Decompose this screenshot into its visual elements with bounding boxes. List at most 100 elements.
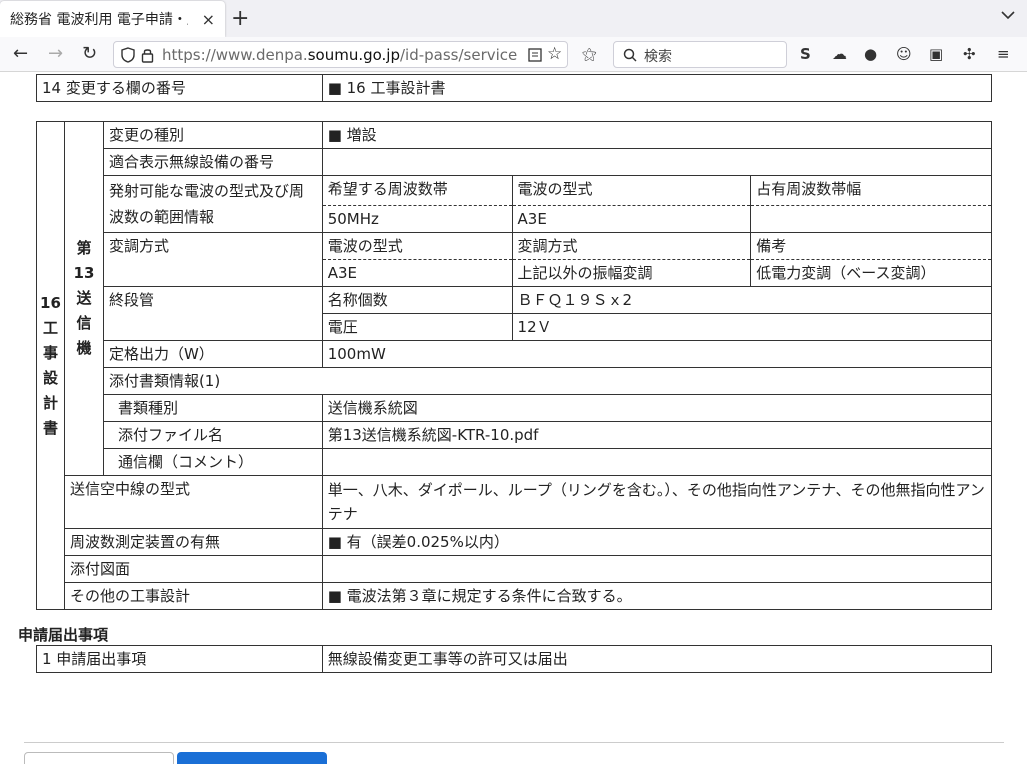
table-row: 添付図面	[37, 555, 993, 583]
voltage-value: 12Ｖ	[511, 313, 993, 341]
forward-arrow-icon[interactable]: →	[48, 43, 63, 64]
modulation-method-value: 上記以外の振幅変調	[511, 259, 752, 287]
emission-head-bandwidth: 占有周波数帯幅	[750, 175, 992, 206]
search-icon	[623, 48, 637, 62]
table-row: 16 工 事 設 計 書 第 13 送 信 機 変更の種別 ■ 増設	[36, 121, 993, 610]
antenna-value: 単一、八木、ダイポール、ループ（リングを含む。）、その他指向性アンテナ、その他無…	[321, 475, 993, 529]
name-count-label: 名称個数	[321, 286, 513, 314]
browser-tab[interactable]: 総務省 電波利用 電子申請・届 ×	[0, 1, 225, 37]
row14-label: 14 変更する欄の番号	[36, 74, 323, 102]
modulation-head-method: 変調方式	[511, 232, 752, 260]
freq-meter-label: 周波数測定装置の有無	[63, 528, 323, 556]
application-value: 無線設備変更工事等の許可又は届出	[321, 645, 993, 673]
comment-label: 通信欄（コメント）	[102, 448, 323, 476]
bookmark-star-icon[interactable]: ☆	[547, 44, 562, 64]
doc-type-label: 書類種別	[102, 394, 323, 422]
row14-table: 14 変更する欄の番号 ■ 16 工事設計書	[36, 74, 993, 102]
url-domain: soumu.go.jp	[307, 46, 400, 64]
reload-icon[interactable]: ↻	[82, 43, 97, 64]
next-button[interactable]	[177, 752, 327, 764]
rated-output-value: 100mW	[321, 340, 993, 368]
emission-head-type: 電波の型式	[511, 175, 752, 206]
modulation-head-remarks: 備考	[750, 232, 992, 260]
table-row: 発射可能な電波の型式及び周波数の範囲情報 希望する周波数帯 電波の型式 占有周波…	[37, 175, 992, 233]
table-row: その他の工事設計 ■ 電波法第３章に規定する条件に合致する。	[37, 582, 993, 610]
name-count-value: ＢＦＱ１９Ｓｘ2	[511, 286, 993, 314]
pocket-icon[interactable]: ⚝	[582, 45, 597, 63]
transmitter13-label: 第 13 送 信 機	[63, 121, 104, 476]
table-row: 添付ファイル名 第13送信機系統図-KTR-10.pdf	[37, 421, 993, 449]
file-name-label: 添付ファイル名	[102, 421, 323, 449]
attachment-info-label: 添付書類情報(1)	[102, 367, 993, 395]
drawing-value	[321, 555, 993, 583]
emission-label: 発射可能な電波の型式及び周波数の範囲情報	[102, 175, 323, 233]
chevron-down-icon[interactable]	[1001, 8, 1015, 22]
table-row: 送信空中線の型式 単一、八木、ダイポール、ループ（リングを含む。）、その他指向性…	[37, 475, 993, 529]
puzzle-extensions-icon[interactable]: ✣	[963, 45, 976, 63]
drawing-label: 添付図面	[63, 555, 323, 583]
voltage-label: 電圧	[321, 313, 513, 341]
url-suffix: /id-pass/service	[399, 46, 518, 64]
table-row: 書類種別 送信機系統図	[37, 394, 993, 422]
table-row: 添付書類情報(1)	[37, 367, 993, 395]
emission-head-freq: 希望する周波数帯	[321, 175, 513, 206]
extension-person-icon[interactable]: ☺	[896, 45, 912, 63]
modulation-type-value: A3E	[321, 259, 513, 287]
rated-output-label: 定格出力（W）	[102, 340, 323, 368]
emission-bandwidth-value	[750, 205, 992, 233]
back-arrow-icon[interactable]: ←	[13, 43, 28, 64]
modulation-remarks-value: 低電力変調（ベース変調）	[750, 259, 992, 287]
close-tab-icon[interactable]: ×	[202, 10, 215, 29]
change-type-label: 変更の種別	[102, 121, 323, 149]
table-row: 定格出力（W） 100mW	[37, 340, 993, 368]
antenna-label: 送信空中線の型式	[63, 475, 323, 529]
other-design-label: その他の工事設計	[63, 582, 323, 610]
tab-title: 総務省 電波利用 電子申請・届	[10, 12, 188, 28]
modulation-label: 変調方式	[102, 232, 323, 287]
emission-freq-value: 50MHz	[321, 205, 513, 233]
tab-bar: 総務省 電波利用 電子申請・届 × +	[0, 0, 1027, 37]
url-text[interactable]: https://www.denpa.soumu.go.jp/id-pass/se…	[162, 46, 522, 64]
divider	[24, 742, 1004, 743]
table-row: 終段管 名称個数 ＢＦＱ１９Ｓｘ2	[37, 286, 993, 341]
comment-value	[321, 448, 993, 476]
reader-view-icon[interactable]	[528, 48, 542, 62]
emission-type-value: A3E	[511, 205, 752, 233]
table-row: 1 申請届出事項 無線設備変更工事等の許可又は届出	[36, 645, 993, 673]
table-row: 周波数測定装置の有無 ■ 有（誤差0.025%以内）	[37, 528, 993, 556]
final-stage-label: 終段管	[102, 286, 323, 341]
menu-icon[interactable]: ≡	[997, 45, 1010, 63]
section16-label: 16 工 事 設 計 書	[36, 121, 65, 610]
section-title: 申請届出事項	[18, 626, 109, 644]
extension-circles-icon[interactable]: ●	[864, 45, 877, 63]
row14-value: ■ 16 工事設計書	[321, 74, 993, 102]
conformity-label: 適合表示無線設備の番号	[102, 148, 323, 176]
search-box[interactable]: 検索	[613, 41, 787, 68]
conformity-value	[321, 148, 993, 176]
other-design-value: ■ 電波法第３章に規定する条件に合致する。	[321, 582, 993, 610]
lock-icon[interactable]	[141, 47, 154, 63]
modulation-head-type: 電波の型式	[321, 232, 513, 260]
table-row: 変調方式 電波の型式 変調方式 備考	[37, 232, 992, 287]
extension-hint-icon[interactable]: ☁	[832, 45, 847, 63]
file-name-value: 第13送信機系統図-KTR-10.pdf	[321, 421, 993, 449]
nav-bar: ← → ↻ https://www.denpa.soumu.go.jp/id-p…	[0, 37, 1027, 72]
freq-meter-value: ■ 有（誤差0.025%以内）	[321, 528, 993, 556]
application-table: 1 申請届出事項 無線設備変更工事等の許可又は届出	[36, 645, 993, 673]
search-input[interactable]: 検索	[644, 46, 672, 66]
application-label: 1 申請届出事項	[36, 645, 323, 673]
table-row: 適合表示無線設備の番号	[37, 148, 993, 176]
extension-s-icon[interactable]: S	[800, 45, 811, 63]
doc-type-value: 送信機系統図	[321, 394, 993, 422]
container-icon[interactable]: ▣	[929, 45, 943, 63]
new-tab-icon[interactable]: +	[231, 6, 249, 31]
table-row: 14 変更する欄の番号 ■ 16 工事設計書	[36, 74, 993, 102]
url-prefix: https://www.denpa.	[162, 46, 308, 64]
back-button[interactable]	[24, 752, 174, 764]
change-type-value: ■ 増設	[321, 121, 993, 149]
page-content: 14 変更する欄の番号 ■ 16 工事設計書 16 工 事 設 計 書 第 13…	[0, 72, 1027, 764]
design-table: 16 工 事 設 計 書 第 13 送 信 機 変更の種別 ■ 増設 適合表示無…	[36, 121, 993, 610]
url-bar[interactable]: https://www.denpa.soumu.go.jp/id-pass/se…	[113, 41, 568, 68]
table-row: 通信欄（コメント）	[37, 448, 993, 476]
shield-icon[interactable]	[121, 47, 135, 63]
